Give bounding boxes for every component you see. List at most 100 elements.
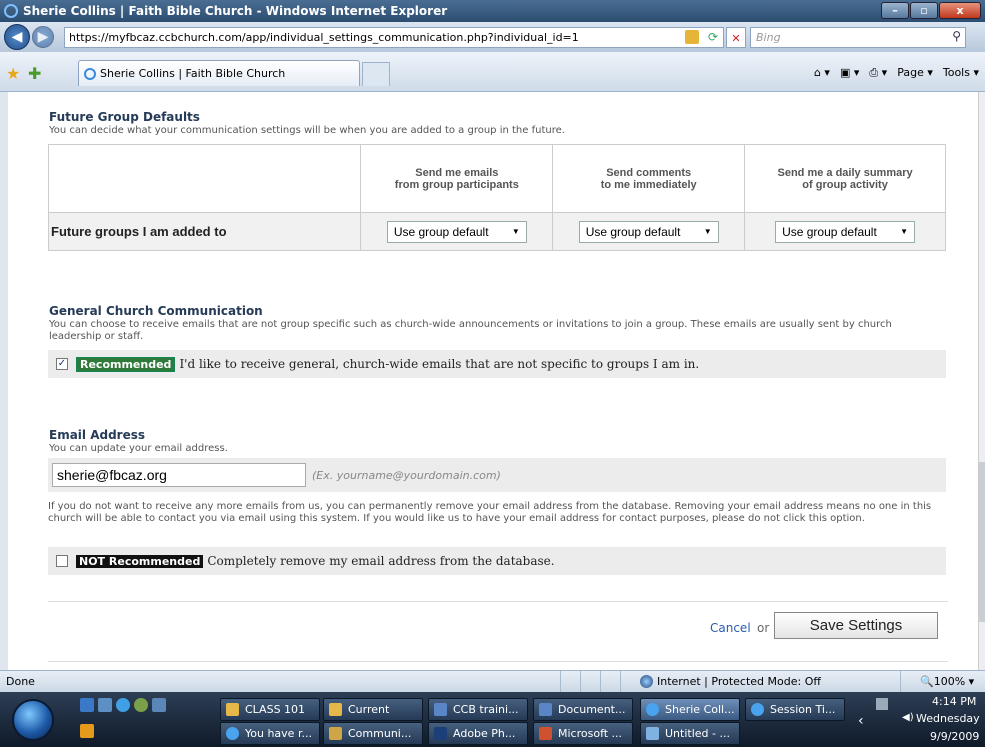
emails-select[interactable]: Use group default ▼ (386, 220, 527, 243)
search-icon[interactable]: ⚲ (952, 29, 961, 43)
ie-icon (226, 727, 239, 740)
lock-icon[interactable] (685, 29, 699, 44)
left-edge (0, 92, 8, 670)
future-groups-section: Future Group Defaults You can decide wha… (49, 110, 565, 137)
general-section: General Church Communication You can cho… (49, 304, 947, 343)
taskbar-label: Microsoft ... (558, 727, 623, 740)
refresh-icon[interactable]: ⟳ (705, 30, 721, 45)
taskbar-label: Untitled - ... (665, 727, 730, 740)
email-row: sherie@fbcaz.org (Ex. yourname@yourdomai… (48, 458, 946, 492)
taskbar-label: CCB traini... (453, 703, 519, 716)
taskbar-label: CLASS 101 (245, 703, 306, 716)
divider (48, 661, 948, 662)
word-icon (539, 703, 552, 716)
select-value: Use group default (585, 224, 681, 239)
taskbar-button[interactable]: Document... (533, 698, 633, 721)
comments-select[interactable]: Use group default ▼ (578, 220, 719, 243)
show-desktop-icon[interactable] (80, 698, 94, 712)
close-button[interactable]: x (939, 2, 981, 19)
forward-button[interactable]: ▶ (32, 26, 54, 48)
status-divider (560, 671, 561, 693)
home-icon[interactable]: ⌂ ▾ (814, 66, 830, 80)
remove-email-text: Completely remove my email address from … (207, 554, 555, 568)
dropdown-arrow-icon: ▼ (703, 226, 712, 236)
taskbar-button[interactable]: Untitled - ... (640, 722, 740, 745)
media-quicklaunch-icon[interactable] (80, 724, 94, 738)
stop-button[interactable]: ✕ (726, 26, 746, 48)
not-recommended-badge: NOT Recommended (76, 554, 204, 568)
folder-icon (329, 703, 342, 716)
back-button[interactable]: ◀ (4, 24, 30, 50)
cell-comments: Use group default ▼ (552, 212, 746, 251)
ie-icon (646, 703, 659, 716)
select-value: Use group default (393, 224, 489, 239)
maximize-button[interactable]: ▫ (910, 2, 938, 19)
cancel-link[interactable]: Cancel (710, 621, 751, 635)
zoom-text: 100% (933, 675, 966, 688)
general-option-row: ✓ Recommended I'd like to receive genera… (48, 350, 946, 378)
start-button[interactable] (12, 699, 54, 741)
taskbar-button-active[interactable]: Sherie Coll... (640, 698, 740, 721)
status-divider (900, 671, 901, 693)
taskbar-button[interactable]: Communi... (323, 722, 423, 745)
general-option-text: I'd like to receive general, church-wide… (179, 357, 700, 371)
clock-time[interactable]: 4:14 PM (932, 695, 976, 708)
dropdown-arrow-icon: ▼ (511, 226, 520, 236)
vertical-scrollbar[interactable] (978, 92, 985, 670)
feeds-icon[interactable]: ▣ ▾ (840, 66, 859, 80)
switch-windows-icon[interactable] (98, 698, 112, 712)
taskbar-button[interactable]: Adobe Ph... (428, 722, 528, 745)
tab-ie-icon (84, 67, 96, 80)
taskbar-button[interactable]: Microsoft ... (533, 722, 633, 745)
col-header-summary: Send me a daily summary of group activit… (744, 144, 946, 213)
url-field[interactable]: https://myfbcaz.ccbchurch.com/app/indivi… (64, 26, 724, 48)
taskbar-button[interactable]: CLASS 101 (220, 698, 320, 721)
new-tab-button[interactable] (362, 62, 390, 86)
outlook-icon[interactable] (152, 698, 166, 712)
show-hidden-icons-icon[interactable]: ‹ (858, 713, 864, 729)
status-text: Done (6, 675, 35, 688)
messenger-icon[interactable] (134, 698, 148, 712)
window-titlebar: Sherie Collins | Faith Bible Church - Wi… (0, 0, 985, 22)
taskbar-button[interactable]: Session Ti... (745, 698, 845, 721)
col-header-line: Send comments (606, 166, 692, 179)
volume-icon[interactable]: ◀) (902, 712, 914, 723)
zoom-level[interactable]: 🔍100% ▾ (920, 675, 974, 688)
taskbar-label: You have r... (245, 727, 312, 740)
search-input[interactable]: Bing ⚲ (750, 26, 966, 48)
status-divider (600, 671, 601, 693)
photoshop-icon (434, 727, 447, 740)
network-icon[interactable] (876, 698, 888, 710)
save-settings-button[interactable]: Save Settings (774, 612, 938, 639)
future-groups-table: Send me emails from group participants S… (47, 144, 946, 251)
general-desc: You can choose to receive emails that ar… (49, 319, 892, 342)
security-zone[interactable]: Internet | Protected Mode: Off (640, 675, 821, 688)
remove-email-checkbox[interactable] (56, 555, 68, 567)
add-favorites-icon[interactable]: ✚ (28, 64, 41, 83)
taskbar-button[interactable]: Current (323, 698, 423, 721)
taskbar-button[interactable]: You have r... (220, 722, 320, 745)
email-hint: (Ex. yourname@yourdomain.com) (312, 468, 501, 482)
taskbar-label: Communi... (348, 727, 412, 740)
recommended-badge: Recommended (76, 356, 176, 372)
taskbar-label: Session Ti... (770, 703, 836, 716)
summary-select[interactable]: Use group default ▼ (775, 220, 916, 243)
tab-bar: ★ ✚ Sherie Collins | Faith Bible Church … (0, 52, 985, 92)
page-menu[interactable]: Page ▾ (897, 66, 933, 80)
taskbar-button[interactable]: CCB traini... (428, 698, 528, 721)
tools-menu[interactable]: Tools ▾ (943, 66, 979, 80)
print-icon[interactable]: ⎙ ▾ (869, 66, 887, 80)
general-email-checkbox[interactable]: ✓ (56, 358, 68, 370)
divider (48, 601, 948, 602)
email-field[interactable]: sherie@fbcaz.org (52, 463, 306, 487)
future-groups-desc: You can decide what your communication s… (49, 125, 565, 136)
minimize-button[interactable]: – (881, 2, 909, 19)
clock-day: Wednesday (916, 712, 980, 725)
taskbar-label: Sherie Coll... (665, 703, 735, 716)
ie-quicklaunch-icon[interactable] (116, 698, 130, 712)
scrollbar-thumb[interactable] (979, 462, 985, 622)
favorites-star-icon[interactable]: ★ (6, 64, 20, 83)
remove-email-row: NOT Recommended Completely remove my ema… (48, 547, 946, 575)
tab-current[interactable]: Sherie Collins | Faith Bible Church (78, 60, 360, 86)
dropdown-arrow-icon: ▼ (900, 226, 909, 236)
